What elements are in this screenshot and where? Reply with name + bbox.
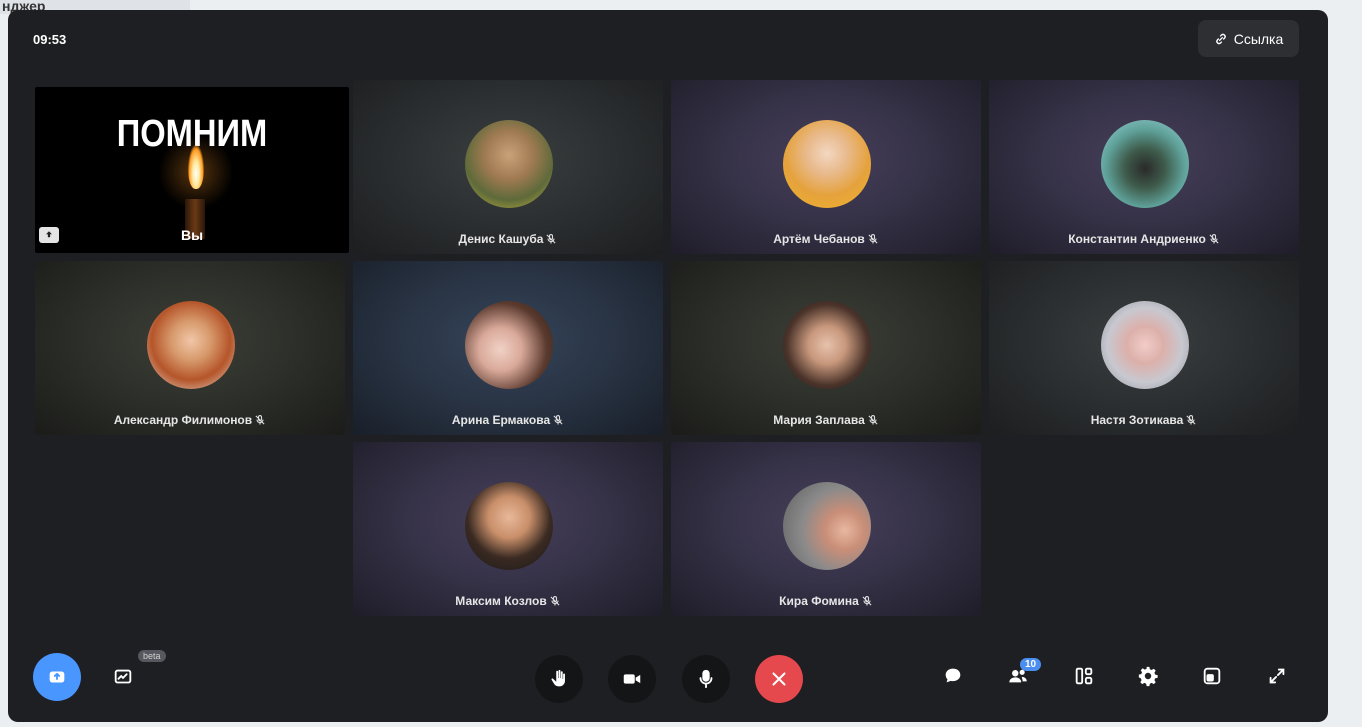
participant-name-text: Александр Филимонов — [113, 413, 253, 427]
participant-tile[interactable]: Арина Ермакова — [353, 261, 663, 435]
participant-tile[interactable]: Максим Козлов — [353, 442, 663, 616]
avatar — [783, 482, 871, 570]
self-name-label: Вы — [180, 227, 204, 243]
avatar — [147, 301, 235, 389]
raise-hand-icon — [551, 669, 565, 687]
layout-button[interactable] — [1060, 652, 1108, 700]
settings-icon — [1138, 666, 1158, 687]
participant-tile[interactable]: Денис Кашуба — [353, 80, 663, 254]
mic-off-icon — [546, 233, 556, 244]
participant-name: Артём Чебанов — [671, 232, 981, 246]
participant-name-text: Кира Фомина — [779, 594, 859, 608]
copy-link-button[interactable]: Ссылка — [1198, 20, 1299, 57]
settings-button[interactable] — [1124, 652, 1172, 700]
mic-off-icon — [868, 233, 878, 244]
chat-icon — [945, 668, 961, 683]
avatar — [465, 120, 553, 208]
share-screen-button[interactable] — [33, 653, 81, 701]
avatar — [465, 301, 553, 389]
fullscreen-button[interactable] — [1253, 652, 1301, 700]
picture-in-picture-icon — [1203, 667, 1221, 685]
avatar — [783, 301, 871, 389]
participant-name-text: Настя Зотикава — [1090, 413, 1184, 427]
avatar — [465, 482, 553, 570]
microphone-icon — [699, 669, 713, 689]
participants-count-badge: 10 — [1020, 658, 1042, 671]
camera-button[interactable] — [608, 655, 656, 703]
participant-name: Мария Заплава — [671, 413, 981, 427]
participant-tile[interactable]: Мария Заплава — [671, 261, 981, 435]
participant-name: Настя Зотикава — [989, 413, 1299, 427]
participant-name-text: Мария Заплава — [773, 413, 865, 427]
chat-button[interactable] — [929, 652, 977, 700]
candle-flame-icon — [188, 145, 204, 189]
participant-name-text: Максим Козлов — [455, 594, 547, 608]
participant-name: Максим Козлов — [353, 594, 663, 608]
mic-off-icon — [255, 414, 265, 425]
fullscreen-icon — [1269, 668, 1285, 684]
participant-tile[interactable]: Александр Филимонов — [35, 261, 345, 435]
participant-name: Денис Кашуба — [353, 232, 663, 246]
self-video-tile[interactable]: ПОМНИМ Вы — [35, 87, 349, 253]
beta-badge: beta — [138, 650, 166, 662]
participant-name-text: Константин Андриенко — [1068, 232, 1206, 246]
participant-name: Арина Ермакова — [353, 413, 663, 427]
link-icon — [1215, 33, 1226, 44]
microphone-button[interactable] — [682, 655, 730, 703]
participant-name: Александр Филимонов — [35, 413, 345, 427]
call-timer: 09:53 — [33, 32, 67, 47]
mic-off-icon — [1209, 233, 1219, 244]
participant-name-text: Артём Чебанов — [773, 232, 865, 246]
picture-in-picture-button[interactable] — [1188, 652, 1236, 700]
raise-hand-button[interactable] — [535, 655, 583, 703]
camera-icon — [623, 674, 641, 684]
copy-link-label: Ссылка — [1233, 30, 1284, 47]
avatar — [1101, 301, 1189, 389]
end-call-button[interactable] — [755, 655, 803, 703]
mic-off-icon — [550, 595, 560, 606]
participant-name: Константин Андриенко — [989, 232, 1299, 246]
video-call-window: 09:53 Ссылка ПОМНИМ Вы Денис Кашуба Артё… — [8, 10, 1328, 722]
mic-off-icon — [1186, 414, 1196, 425]
participant-tile[interactable]: Константин Андриенко — [989, 80, 1299, 254]
whiteboard-icon — [114, 669, 132, 684]
layout-icon — [1075, 667, 1093, 685]
mic-off-icon — [868, 414, 878, 425]
avatar — [783, 120, 871, 208]
participant-tile[interactable]: Артём Чебанов — [671, 80, 981, 254]
participant-tile[interactable]: Настя Зотикава — [989, 261, 1299, 435]
end-call-icon — [772, 672, 786, 686]
participant-name-text: Арина Ермакова — [451, 413, 551, 427]
mic-off-icon — [553, 414, 563, 425]
participant-name: Кира Фомина — [671, 594, 981, 608]
share-screen-icon — [49, 671, 65, 683]
participant-tile[interactable]: Кира Фомина — [671, 442, 981, 616]
mic-off-icon — [862, 595, 872, 606]
participant-name-text: Денис Кашуба — [458, 232, 544, 246]
avatar — [1101, 120, 1189, 208]
